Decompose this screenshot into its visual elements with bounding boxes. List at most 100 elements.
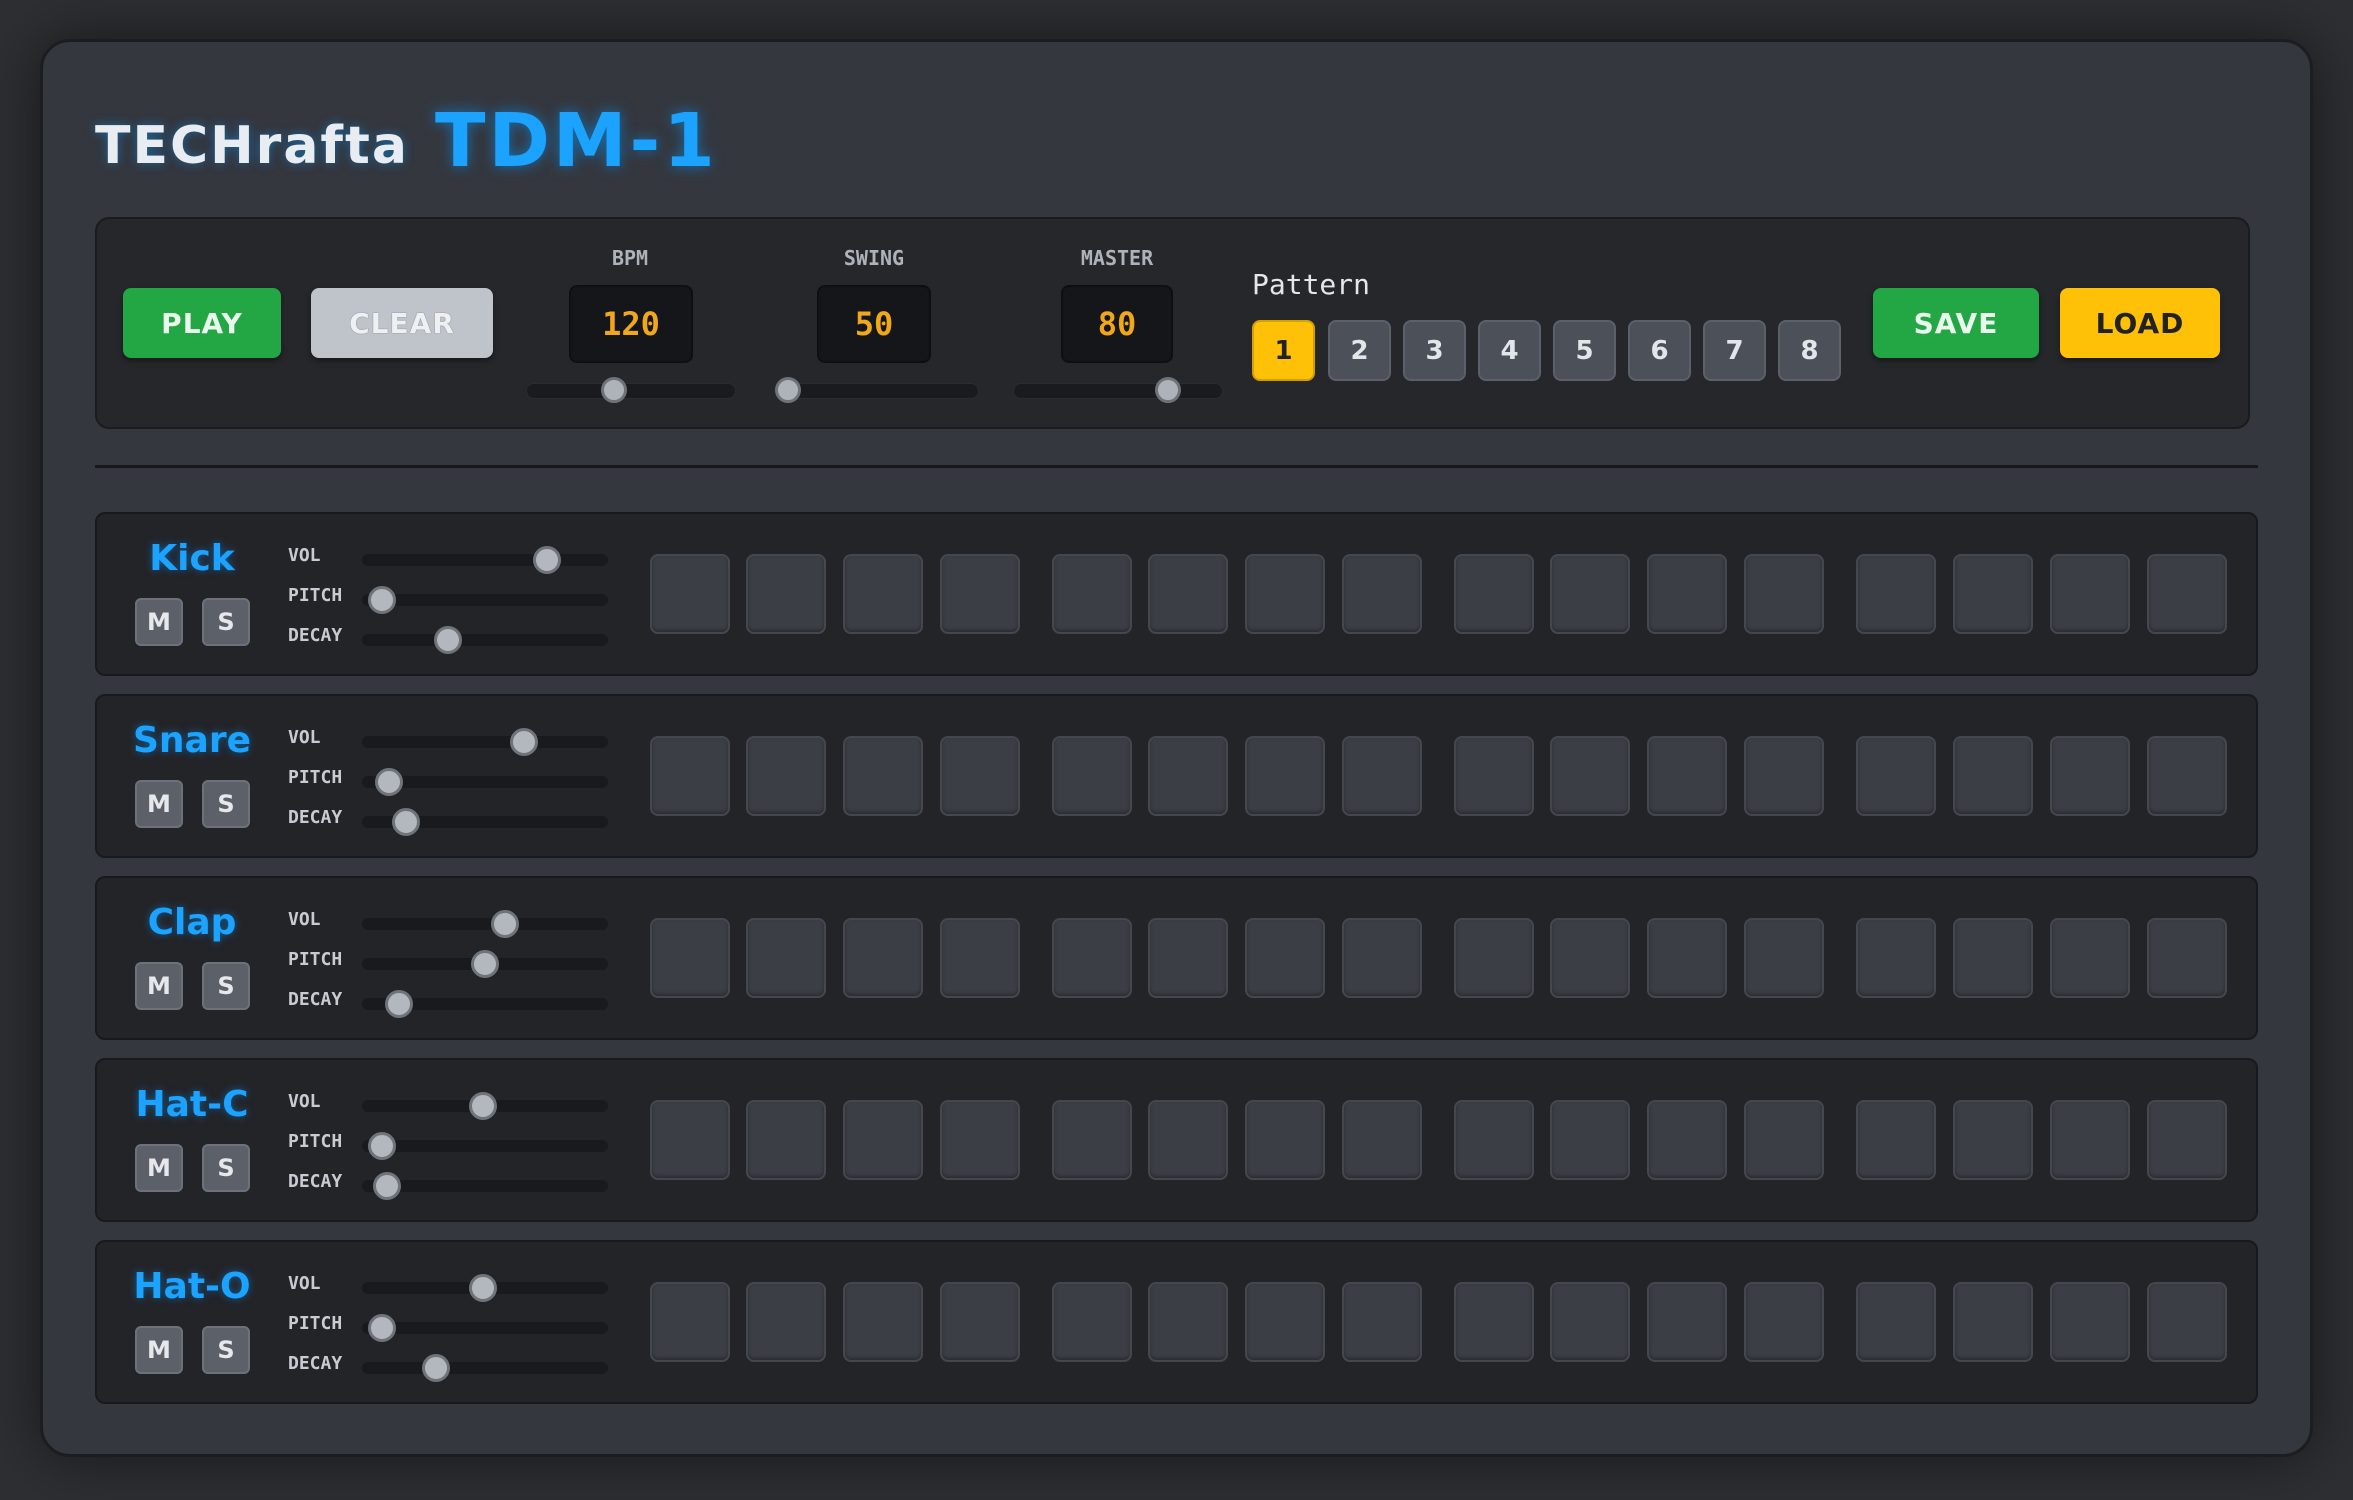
pattern-button-6[interactable]: 6 bbox=[1628, 320, 1691, 381]
step-pad[interactable] bbox=[1052, 554, 1132, 634]
solo-button[interactable]: S bbox=[202, 1144, 250, 1192]
step-pad[interactable] bbox=[1953, 1100, 2033, 1180]
step-pad[interactable] bbox=[1342, 554, 1422, 634]
decay-slider[interactable] bbox=[362, 808, 608, 836]
vol-slider[interactable] bbox=[362, 910, 608, 938]
pattern-button-3[interactable]: 3 bbox=[1403, 320, 1466, 381]
vol-slider[interactable] bbox=[362, 546, 608, 574]
load-button[interactable]: LOAD bbox=[2060, 288, 2220, 358]
pitch-slider[interactable] bbox=[362, 950, 608, 978]
step-pad[interactable] bbox=[1245, 1282, 1325, 1362]
step-pad[interactable] bbox=[650, 736, 730, 816]
step-pad[interactable] bbox=[843, 918, 923, 998]
step-pad[interactable] bbox=[746, 918, 826, 998]
step-pad[interactable] bbox=[1342, 1282, 1422, 1362]
step-pad[interactable] bbox=[1647, 1100, 1727, 1180]
mute-button[interactable]: M bbox=[135, 780, 183, 828]
step-pad[interactable] bbox=[650, 554, 730, 634]
pitch-slider[interactable] bbox=[362, 1132, 608, 1160]
step-pad[interactable] bbox=[940, 1100, 1020, 1180]
step-pad[interactable] bbox=[1148, 1100, 1228, 1180]
step-pad[interactable] bbox=[1953, 1282, 2033, 1362]
step-pad[interactable] bbox=[1454, 1282, 1534, 1362]
step-pad[interactable] bbox=[1550, 736, 1630, 816]
vol-slider[interactable] bbox=[362, 1274, 608, 1302]
vol-slider-thumb[interactable] bbox=[468, 1274, 497, 1302]
mute-button[interactable]: M bbox=[135, 1326, 183, 1374]
step-pad[interactable] bbox=[2147, 736, 2227, 816]
step-pad[interactable] bbox=[843, 1100, 923, 1180]
step-pad[interactable] bbox=[746, 736, 826, 816]
pitch-slider[interactable] bbox=[362, 768, 608, 796]
step-pad[interactable] bbox=[1647, 918, 1727, 998]
step-pad[interactable] bbox=[1052, 1282, 1132, 1362]
vol-slider[interactable] bbox=[362, 728, 608, 756]
save-button[interactable]: SAVE bbox=[1873, 288, 2039, 358]
step-pad[interactable] bbox=[1744, 736, 1824, 816]
swing-slider-thumb[interactable] bbox=[775, 377, 801, 403]
step-pad[interactable] bbox=[1953, 554, 2033, 634]
step-pad[interactable] bbox=[1454, 736, 1534, 816]
step-pad[interactable] bbox=[940, 554, 1020, 634]
step-pad[interactable] bbox=[1454, 918, 1534, 998]
step-pad[interactable] bbox=[650, 918, 730, 998]
step-pad[interactable] bbox=[1856, 736, 1936, 816]
pitch-slider-thumb[interactable] bbox=[367, 1132, 396, 1160]
pitch-slider[interactable] bbox=[362, 1314, 608, 1342]
pattern-button-1[interactable]: 1 bbox=[1252, 320, 1315, 381]
step-pad[interactable] bbox=[1856, 1100, 1936, 1180]
step-pad[interactable] bbox=[1550, 554, 1630, 634]
decay-slider[interactable] bbox=[362, 990, 608, 1018]
solo-button[interactable]: S bbox=[202, 962, 250, 1010]
step-pad[interactable] bbox=[1744, 1282, 1824, 1362]
step-pad[interactable] bbox=[1953, 736, 2033, 816]
step-pad[interactable] bbox=[2147, 554, 2227, 634]
step-pad[interactable] bbox=[1052, 918, 1132, 998]
step-pad[interactable] bbox=[940, 736, 1020, 816]
decay-slider[interactable] bbox=[362, 1354, 608, 1382]
step-pad[interactable] bbox=[2050, 736, 2130, 816]
step-pad[interactable] bbox=[843, 554, 923, 634]
step-pad[interactable] bbox=[1245, 918, 1325, 998]
step-pad[interactable] bbox=[1647, 736, 1727, 816]
play-button[interactable]: PLAY bbox=[123, 288, 281, 358]
step-pad[interactable] bbox=[1342, 1100, 1422, 1180]
step-pad[interactable] bbox=[1856, 918, 1936, 998]
pitch-slider-thumb[interactable] bbox=[471, 950, 499, 978]
solo-button[interactable]: S bbox=[202, 598, 250, 646]
step-pad[interactable] bbox=[2147, 1282, 2227, 1362]
vol-slider[interactable] bbox=[362, 1092, 608, 1120]
step-pad[interactable] bbox=[1148, 918, 1228, 998]
step-pad[interactable] bbox=[1550, 918, 1630, 998]
step-pad[interactable] bbox=[2050, 554, 2130, 634]
step-pad[interactable] bbox=[843, 1282, 923, 1362]
vol-slider-thumb[interactable] bbox=[490, 910, 519, 938]
step-pad[interactable] bbox=[2050, 1100, 2130, 1180]
pattern-button-4[interactable]: 4 bbox=[1478, 320, 1541, 381]
step-pad[interactable] bbox=[746, 1282, 826, 1362]
step-pad[interactable] bbox=[1744, 918, 1824, 998]
pitch-slider[interactable] bbox=[362, 586, 608, 614]
decay-slider-thumb[interactable] bbox=[384, 990, 413, 1018]
pitch-slider-thumb[interactable] bbox=[367, 586, 396, 614]
step-pad[interactable] bbox=[2147, 1100, 2227, 1180]
solo-button[interactable]: S bbox=[202, 780, 250, 828]
step-pad[interactable] bbox=[650, 1282, 730, 1362]
step-pad[interactable] bbox=[1647, 1282, 1727, 1362]
swing-slider[interactable] bbox=[774, 377, 979, 403]
step-pad[interactable] bbox=[940, 1282, 1020, 1362]
clear-button[interactable]: CLEAR bbox=[311, 288, 493, 358]
step-pad[interactable] bbox=[1454, 1100, 1534, 1180]
pattern-button-7[interactable]: 7 bbox=[1703, 320, 1766, 381]
step-pad[interactable] bbox=[843, 736, 923, 816]
master-slider[interactable] bbox=[1013, 377, 1223, 403]
step-pad[interactable] bbox=[1744, 554, 1824, 634]
step-pad[interactable] bbox=[1148, 554, 1228, 634]
pattern-button-8[interactable]: 8 bbox=[1778, 320, 1841, 381]
step-pad[interactable] bbox=[1856, 554, 1936, 634]
bpm-slider[interactable] bbox=[526, 377, 736, 403]
step-pad[interactable] bbox=[1953, 918, 2033, 998]
decay-slider[interactable] bbox=[362, 626, 608, 654]
step-pad[interactable] bbox=[1744, 1100, 1824, 1180]
step-pad[interactable] bbox=[1550, 1100, 1630, 1180]
